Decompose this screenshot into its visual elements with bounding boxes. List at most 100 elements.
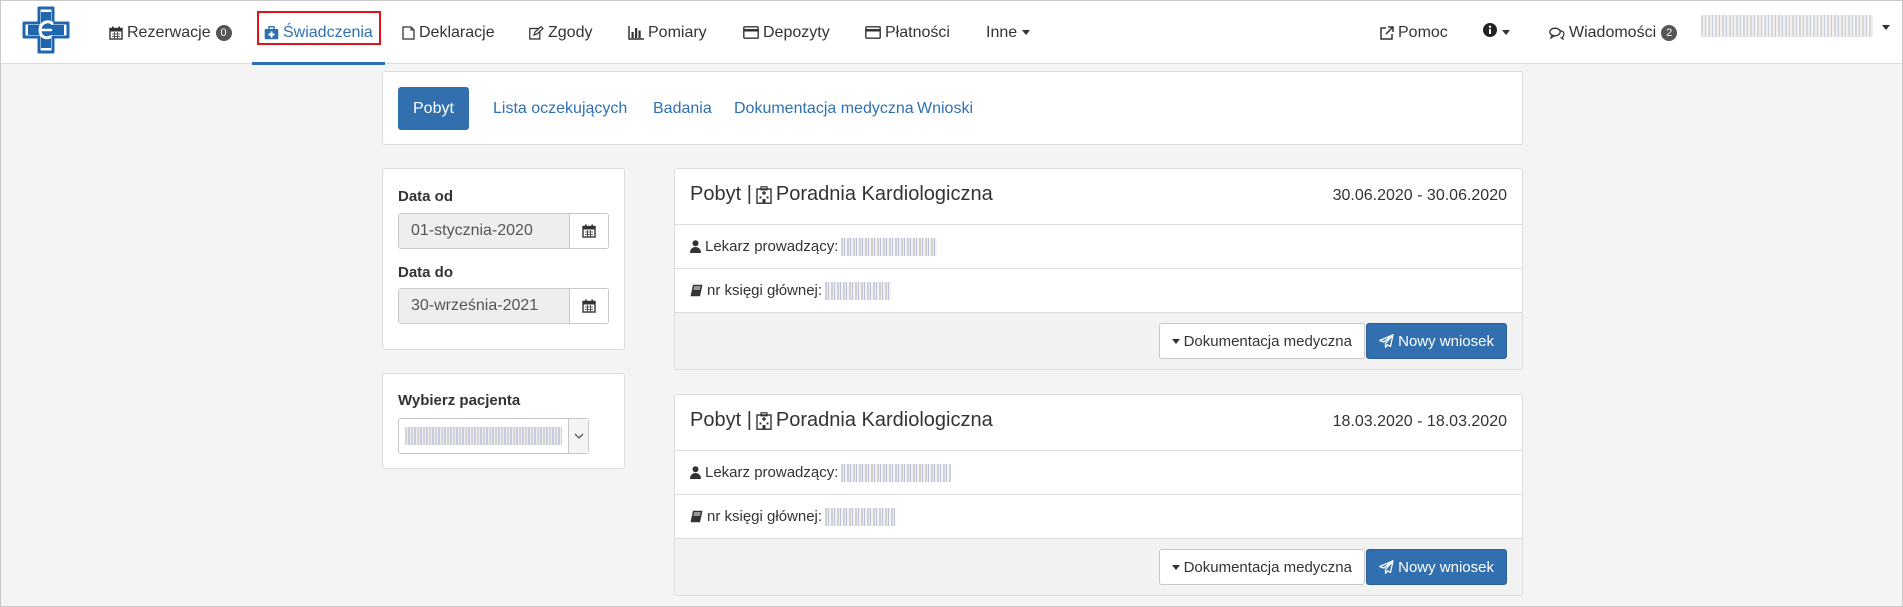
nav-pomiary[interactable]: Pomiary [628, 1, 707, 64]
date-from-input[interactable]: 01-stycznia-2020 [399, 214, 570, 248]
date-from-field[interactable]: 01-stycznia-2020 [398, 213, 609, 249]
nav-platnosci[interactable]: Płatności [865, 1, 950, 64]
nav-inne-label: Inne [986, 23, 1018, 41]
new-request-button[interactable]: Nowy wniosek [1366, 323, 1507, 359]
tab-dokumentacja-medyczna[interactable]: Dokumentacja medyczna [719, 87, 929, 130]
visit-dates: 30.06.2020 - 30.06.2020 [1332, 187, 1507, 204]
nav-platnosci-label: Płatności [885, 23, 950, 41]
app-logo[interactable] [22, 6, 70, 54]
visit-card-footer: Dokumentacja medyczna Nowy wniosek [675, 313, 1522, 369]
date-to-label: Data do [398, 264, 454, 281]
external-link-icon [1380, 25, 1394, 40]
date-filter-panel: Data od 01-stycznia-2020 Data do 30-wrze… [382, 168, 625, 350]
medical-docs-dropdown-button[interactable]: Dokumentacja medyczna [1158, 323, 1365, 359]
visit-card: Pobyt | Poradnia Kardiologiczna 18.03.20… [674, 394, 1523, 596]
doctor-name-redacted [841, 237, 938, 256]
medical-docs-dropdown-button[interactable]: Dokumentacja medyczna [1158, 549, 1365, 585]
file-icon [402, 25, 415, 40]
subnav-tabs: Pobyt Lista oczekujących Badania Dokumen… [382, 71, 1523, 145]
chevron-down-icon [1022, 30, 1031, 35]
user-name-redacted[interactable] [1701, 15, 1873, 37]
nav-deklaracje[interactable]: Deklaracje [402, 1, 495, 64]
doctor-name-redacted [841, 463, 952, 482]
visit-book-label: nr księgi głównej: [707, 508, 823, 525]
new-request-button-label: Nowy wniosek [1398, 332, 1494, 350]
date-to-field[interactable]: 30-września-2021 [398, 288, 609, 324]
visit-book-row: nr księgi głównej: [675, 495, 1522, 539]
visit-doctor-label: Lekarz prowadzący: [705, 464, 839, 481]
paper-plane-icon [1379, 560, 1394, 574]
visit-doctor-label: Lekarz prowadzący: [705, 238, 839, 255]
app-frame: Rezerwacje 0 Świadczenia Deklaracje Zgod… [0, 0, 1903, 607]
date-to-input[interactable]: 30-września-2021 [399, 289, 570, 323]
comments-icon [1549, 26, 1565, 40]
new-request-button[interactable]: Nowy wniosek [1366, 549, 1507, 585]
date-from-label: Data od [398, 188, 454, 205]
calendar-icon[interactable] [570, 289, 608, 323]
messages-count-badge: 2 [1661, 24, 1678, 41]
nav-rezerwacje-label: Rezerwacje [127, 23, 211, 41]
visit-title-prefix: Pobyt | [690, 183, 752, 205]
visit-title-prefix: Pobyt | [690, 409, 752, 431]
book-icon [690, 510, 703, 523]
chevron-down-icon[interactable] [568, 419, 588, 453]
nav-wiadomosci[interactable]: Wiadomości 2 [1549, 1, 1678, 64]
nav-zgody-label: Zgody [548, 23, 593, 41]
visit-book-label: nr księgi głównej: [707, 282, 823, 299]
tab-badania[interactable]: Badania [638, 87, 727, 130]
nav-deklaracje-label: Deklaracje [419, 23, 495, 41]
visit-book-row: nr księgi głównej: [675, 269, 1522, 313]
patient-label: Wybierz pacjenta [398, 392, 521, 409]
user-icon [690, 240, 701, 253]
visit-doctor-row: Lekarz prowadzący: [675, 451, 1522, 495]
tab-wnioski[interactable]: Wnioski [902, 87, 988, 130]
tab-lista-oczekujacych[interactable]: Lista oczekujących [478, 87, 642, 130]
nav-inne-dropdown[interactable]: Inne [986, 1, 1031, 64]
visit-card-header: Pobyt | Poradnia Kardiologiczna 18.03.20… [675, 395, 1522, 451]
paper-plane-icon [1379, 334, 1394, 348]
nav-swiadczenia[interactable]: Świadczenia [252, 1, 385, 65]
calendar-icon[interactable] [570, 214, 608, 248]
hospital-icon [756, 185, 772, 204]
user-icon [690, 466, 701, 479]
nav-pomiary-label: Pomiary [648, 23, 707, 41]
nav-depozyty[interactable]: Depozyty [743, 1, 830, 64]
patient-select[interactable] [398, 418, 589, 454]
visit-card: Pobyt | Poradnia Kardiologiczna 30.06.20… [674, 168, 1523, 370]
chevron-down-icon [1171, 338, 1180, 344]
medical-docs-button-label: Dokumentacja medyczna [1183, 558, 1352, 576]
hospital-icon [756, 411, 772, 430]
nav-zgody[interactable]: Zgody [529, 1, 592, 64]
card-icon [743, 26, 759, 39]
rezerwacje-count-badge: 0 [215, 24, 232, 41]
book-icon [690, 284, 703, 297]
medical-docs-button-label: Dokumentacja medyczna [1183, 332, 1352, 350]
nav-depozyty-label: Depozyty [763, 23, 830, 41]
nav-pomoc-label: Pomoc [1398, 23, 1448, 41]
chevron-down-icon[interactable] [1882, 25, 1890, 30]
visit-card-footer: Dokumentacja medyczna Nowy wniosek [675, 539, 1522, 595]
visit-clinic: Poradnia Kardiologiczna [775, 409, 993, 431]
top-navbar: Rezerwacje 0 Świadczenia Deklaracje Zgod… [1, 1, 1902, 65]
chevron-down-icon [1171, 564, 1180, 570]
visit-doctor-row: Lekarz prowadzący: [675, 225, 1522, 269]
nav-rezerwacje[interactable]: Rezerwacje 0 [109, 1, 232, 64]
visit-card-header: Pobyt | Poradnia Kardiologiczna 30.06.20… [675, 169, 1522, 225]
patient-select-panel: Wybierz pacjenta [382, 373, 625, 469]
nav-swiadczenia-label: Świadczenia [283, 23, 373, 41]
tab-pobyt[interactable]: Pobyt [398, 87, 469, 130]
visit-clinic: Poradnia Kardiologiczna [775, 183, 993, 205]
bar-chart-icon [628, 25, 644, 40]
chevron-down-icon [1502, 30, 1510, 35]
nav-info-dropdown[interactable] [1483, 1, 1510, 64]
info-icon [1483, 23, 1497, 42]
nav-wiadomosci-label: Wiadomości [1569, 23, 1657, 41]
nav-pomoc[interactable]: Pomoc [1380, 1, 1448, 64]
book-number-redacted [825, 507, 896, 526]
edit-icon [529, 25, 544, 40]
new-request-button-label: Nowy wniosek [1398, 558, 1494, 576]
calendar-icon [109, 26, 123, 40]
visit-dates: 18.03.2020 - 18.03.2020 [1332, 413, 1507, 430]
visit-title: Pobyt | Poradnia Kardiologiczna [690, 183, 993, 206]
card-icon [865, 26, 881, 39]
